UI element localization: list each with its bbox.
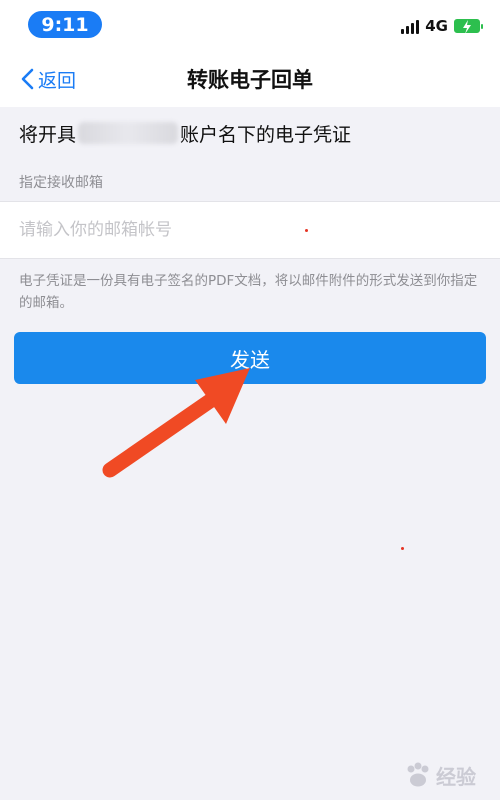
send-button[interactable]: 发送 (14, 332, 486, 384)
email-field-container (0, 201, 500, 259)
page-title: 转账电子回单 (187, 68, 313, 92)
annotation-dot (305, 229, 308, 232)
paw-logo-icon (407, 762, 429, 787)
status-time: 9:11 (28, 11, 102, 38)
email-section-label: 指定接收邮箱 (19, 175, 103, 191)
account-prefix: 将开具 (19, 123, 77, 146)
annotation-dot (401, 547, 404, 550)
status-indicators: 4G (401, 16, 483, 36)
hint-text: 电子凭证是一份具有电子签名的PDF文档，将以邮件附件的形式发送到你指定的邮箱。 (19, 273, 478, 311)
email-input[interactable] (0, 202, 500, 258)
network-type: 4G (425, 17, 448, 35)
watermark: 经验 (403, 760, 476, 790)
status-bar: 9:11 4G (0, 0, 500, 50)
signal-icon (401, 18, 420, 34)
account-suffix: 账户名下的电子凭证 (180, 123, 352, 146)
redacted-account-name (78, 122, 179, 144)
watermark-text: 经验 (436, 764, 476, 789)
nav-bar: 返回 转账电子回单 (0, 50, 500, 107)
account-statement: 将开具 账户名下的电子凭证 (0, 107, 500, 159)
battery-charging-icon (454, 19, 483, 34)
